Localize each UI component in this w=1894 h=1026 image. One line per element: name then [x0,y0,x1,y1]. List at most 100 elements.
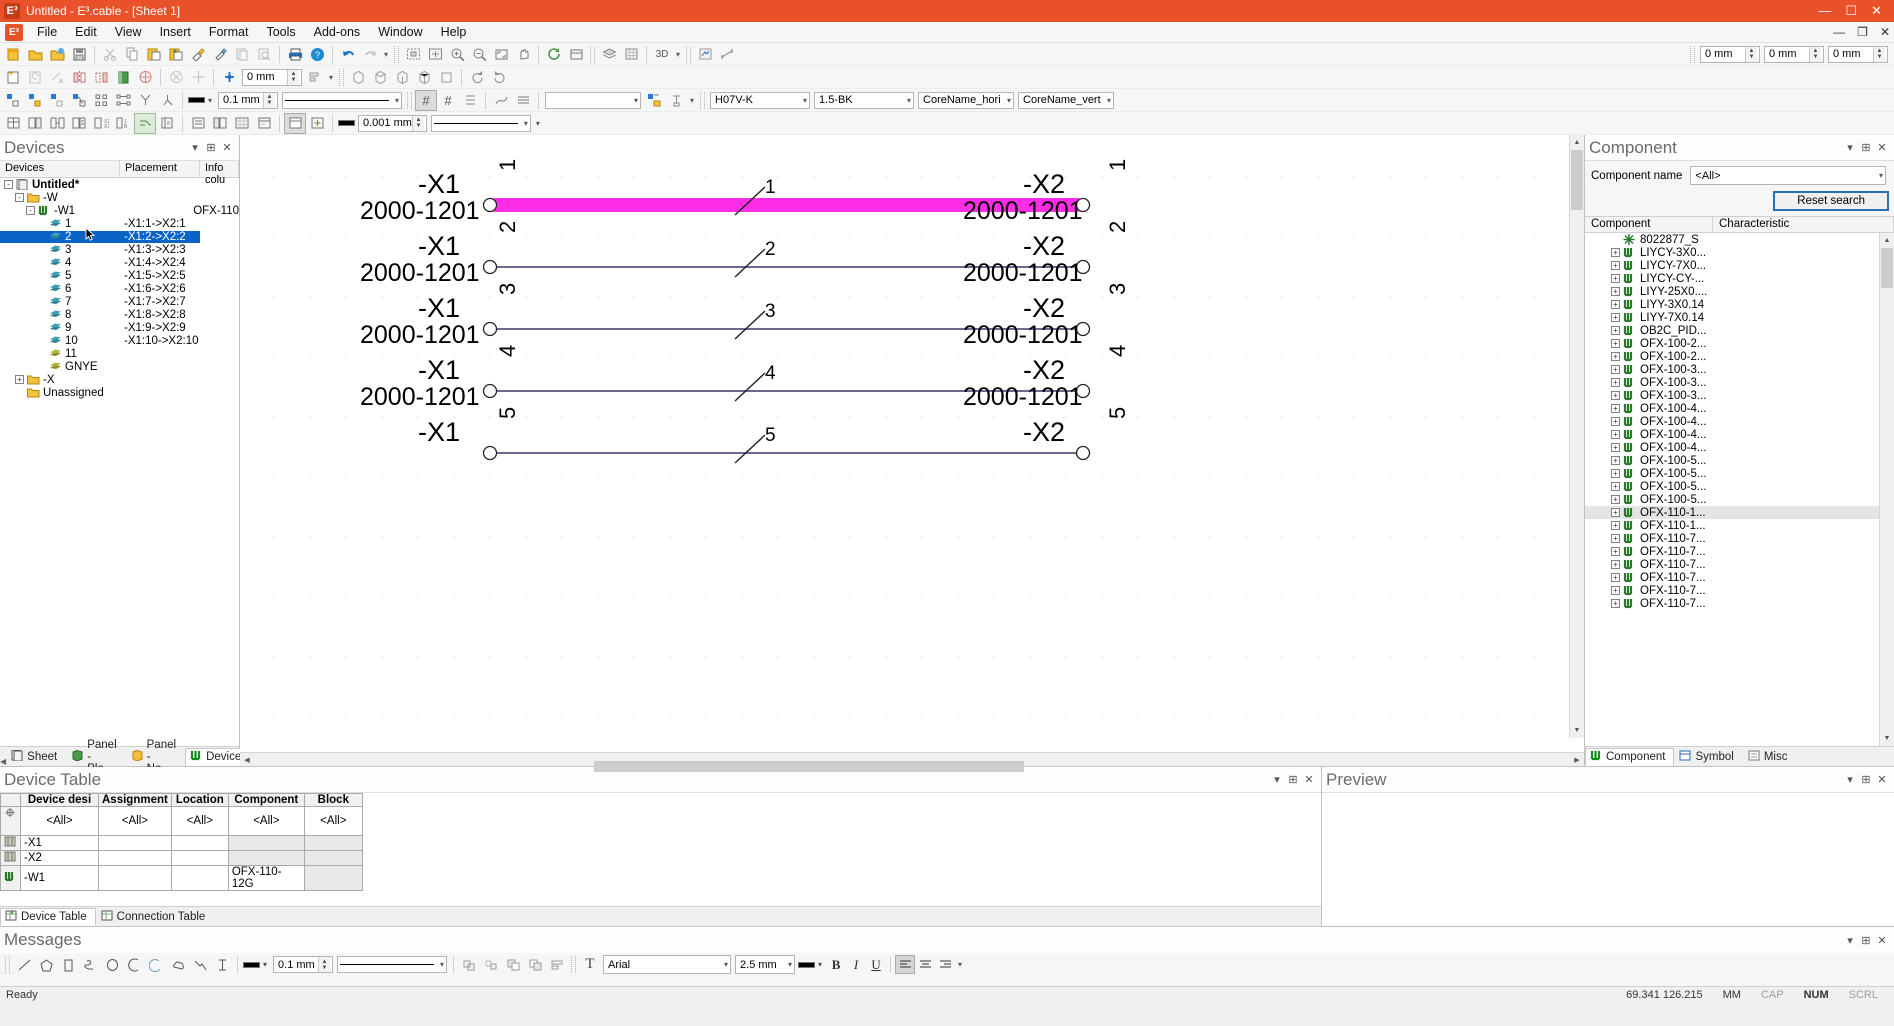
paste-special-icon[interactable] [165,44,187,65]
tree-row[interactable]: 3 -X1:3->X2:3 [0,243,239,256]
tree-row[interactable]: + -X [0,373,239,386]
view-3d-dropdown-icon[interactable]: ▾ [673,44,683,65]
place-device-icon[interactable] [2,90,24,111]
place-device-label-icon[interactable] [24,90,46,111]
component-panel-close-icon[interactable]: ✕ [1874,141,1890,154]
find-icon[interactable] [253,44,275,65]
report-summary-icon[interactable] [253,113,275,134]
line-style-dropdown-icon[interactable]: ▾ [389,96,399,105]
reset-search-button[interactable]: Reset search [1773,191,1889,211]
component-row[interactable]: + OFX-100-5... [1585,480,1894,493]
snap-settings-icon[interactable] [694,44,716,65]
tree-expander[interactable]: - [26,206,35,215]
component-panel-pin-icon[interactable]: ⊞ [1858,141,1874,154]
component-expander[interactable]: + [1611,547,1620,556]
tree-row[interactable]: 8 -X1:8->X2:8 [0,308,239,321]
highlighter-icon[interactable] [209,44,231,65]
tab-panel-no[interactable]: Panel - No... [126,739,185,775]
tree-row[interactable]: - -W1 OFX-110 [0,204,239,217]
device-table-col-2[interactable]: Location [170,793,229,807]
devices-column-devices[interactable]: Devices [0,161,120,177]
numbering-icon[interactable] [459,90,481,111]
redraw-icon[interactable] [565,44,587,65]
component-expander[interactable]: + [1611,586,1620,595]
align-right-button[interactable] [935,955,955,974]
align-center-button[interactable] [915,955,935,974]
component-row[interactable]: + OFX-100-4... [1585,402,1894,415]
group-icon[interactable] [458,954,480,975]
line-color-picker[interactable]: ▾ [188,91,215,110]
table-db-icon[interactable]: 1B [112,113,134,134]
tab-symbol[interactable]: Symbol [1674,748,1742,766]
view-side-icon[interactable] [391,67,413,88]
component-expander[interactable]: + [1611,365,1620,374]
tree-row[interactable]: - -W [0,191,239,204]
mirror-vertical-icon[interactable] [68,67,90,88]
copy-icon[interactable] [121,44,143,65]
mirror-horizontal-icon[interactable] [90,67,112,88]
rotate-right-icon[interactable] [488,67,510,88]
tab-device-table[interactable]: Device Table [0,908,96,926]
wire-type-dropdown-icon[interactable]: ▾ [799,96,807,105]
graphics-color-dropdown-icon[interactable]: ▾ [260,960,270,969]
tab-panel-pla[interactable]: Panel - Pla... [66,739,125,775]
view-iso-icon[interactable] [347,67,369,88]
table-connection-icon[interactable] [46,113,68,134]
component-expander[interactable]: + [1611,534,1620,543]
component-list[interactable]: ▲ ▼ 8022877_S + LIYCY-3X0... + LIYCY-7X0... +… [1585,233,1894,746]
table-device-icon[interactable] [24,113,46,134]
device-table-cell[interactable]: -X2 [20,850,99,866]
component-row[interactable]: + LIYCY-7X0... [1585,259,1894,272]
zoom-fit-icon[interactable] [490,44,512,65]
tree-row[interactable]: Unassigned [0,386,239,399]
devices-tree[interactable]: - Untitled* - -W - -W1 OFX-110 1 -X1:1->X2:1 2 -X1… [0,178,239,746]
font-size-combo[interactable]: 2.5 mm ▾ [735,955,796,974]
draw-spline-icon[interactable] [79,954,101,975]
component-vscroll-thumb[interactable] [1881,248,1893,288]
component-row[interactable]: + OFX-100-3... [1585,376,1894,389]
device-table-cell[interactable] [170,850,229,866]
component-row[interactable]: + LIYCY-3X0... [1585,246,1894,259]
paste-icon[interactable] [143,44,165,65]
canvas-scroll-right-icon[interactable]: ▶ [1570,756,1584,764]
rotate-left-icon[interactable] [466,67,488,88]
device-table-cell[interactable] [98,835,172,851]
component-row[interactable]: + OFX-110-1... [1585,519,1894,532]
cut-icon[interactable] [99,44,121,65]
canvas-vscroll-thumb[interactable] [1571,150,1583,210]
messages-panel-menu-icon[interactable]: ▾ [1842,934,1858,947]
connection-graphic[interactable] [240,423,1340,479]
device-table-cell[interactable]: -W1 [20,865,99,891]
connect-points-icon[interactable] [112,90,134,111]
component-expander[interactable]: + [1611,404,1620,413]
device-table-filter-2[interactable]: <All> [170,806,229,836]
menu-item-addons[interactable]: Add-ons [305,23,370,41]
text-tool-icon[interactable]: T [579,954,601,975]
component-expander[interactable]: + [1611,482,1620,491]
print-icon[interactable] [284,44,306,65]
component-column-component[interactable]: Component [1585,217,1713,232]
canvas-horizontal-scrollbar[interactable]: ◀ ▶ [240,752,1584,772]
italic-button[interactable]: I [846,955,866,974]
device-table-cell[interactable] [170,865,229,891]
tree-row[interactable]: 9 -X1:9->X2:9 [0,321,239,334]
graphics-color-picker[interactable]: ▾ [243,955,270,974]
component-row[interactable]: + OFX-110-7... [1585,558,1894,571]
draw-circle-icon[interactable] [101,954,123,975]
align-points-icon[interactable] [90,90,112,111]
hash-number-icon[interactable]: # [415,89,438,111]
device-table-cell[interactable] [170,835,229,851]
component-row[interactable]: + OFX-100-5... [1585,467,1894,480]
device-table-cell[interactable] [227,850,305,866]
graphics-linewidth-spinner[interactable]: 0.1 mm ▲ ▼ [273,956,334,973]
terminal-plan-icon[interactable]: 8 [156,113,178,134]
document-minimize-button[interactable]: — [1833,25,1845,39]
device-table-col-4[interactable]: Block [303,793,363,807]
graphics-linestyle-dropdown-icon[interactable]: ▾ [434,960,444,969]
save-icon[interactable] [68,44,90,65]
component-expander[interactable]: + [1611,313,1620,322]
align-left-button[interactable] [895,955,916,974]
place-connection-icon[interactable] [68,90,90,111]
canvas-scroll-down-icon[interactable]: ▼ [1570,723,1584,738]
send-back-icon[interactable] [524,954,546,975]
